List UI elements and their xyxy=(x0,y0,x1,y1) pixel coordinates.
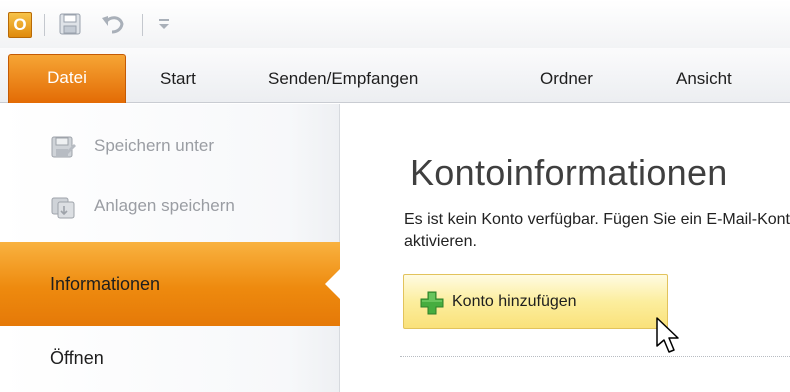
save-as-icon xyxy=(51,136,76,158)
description-line: Es ist kein Konto verfügbar. Fügen Sie e… xyxy=(404,211,790,228)
tab-view[interactable]: Ansicht xyxy=(676,58,732,100)
description-line: aktivieren. xyxy=(404,233,477,250)
outlook-app-icon[interactable]: O xyxy=(8,12,32,38)
nav-item-label: Öffnen xyxy=(50,348,104,368)
selection-notch xyxy=(325,268,341,300)
toolbar-separator xyxy=(142,14,143,36)
customize-toolbar-icon[interactable] xyxy=(155,14,173,34)
nav-item-save-attachments[interactable]: Anlagen speichern xyxy=(0,178,340,234)
save-icon[interactable] xyxy=(58,12,82,36)
quick-access-toolbar: O xyxy=(0,0,790,48)
section-divider xyxy=(400,356,790,357)
green-plus-icon xyxy=(420,291,444,315)
tab-start[interactable]: Start xyxy=(160,58,196,100)
page-title: Kontoinformationen xyxy=(410,152,728,193)
backstage-nav: Speichern unter Anlagen speichern Inform… xyxy=(0,104,341,392)
tab-folder[interactable]: Ordner xyxy=(540,58,593,100)
toolbar-separator xyxy=(44,14,45,36)
nav-item-info[interactable]: Informationen xyxy=(0,242,341,326)
undo-icon[interactable] xyxy=(100,12,126,36)
mouse-cursor-icon xyxy=(656,317,679,353)
nav-item-label: Speichern unter xyxy=(94,136,215,155)
nav-item-save-as[interactable]: Speichern unter xyxy=(0,118,340,174)
account-description: Es ist kein Konto verfügbar. Fügen Sie e… xyxy=(404,209,790,253)
add-account-label: Konto hinzufügen xyxy=(452,293,577,310)
tab-send-receive[interactable]: Senden/Empfangen xyxy=(268,58,418,100)
nav-item-label: Informationen xyxy=(50,274,161,294)
nav-item-open[interactable]: Öffnen xyxy=(0,330,340,386)
ribbon-tabs: Datei Start Senden/Empfangen Ordner Ansi… xyxy=(0,48,790,103)
tab-file[interactable]: Datei xyxy=(8,54,126,103)
nav-item-label: Anlagen speichern xyxy=(94,196,235,215)
save-attachments-icon xyxy=(51,197,75,219)
add-account-button[interactable]: Konto hinzufügen xyxy=(403,274,668,329)
